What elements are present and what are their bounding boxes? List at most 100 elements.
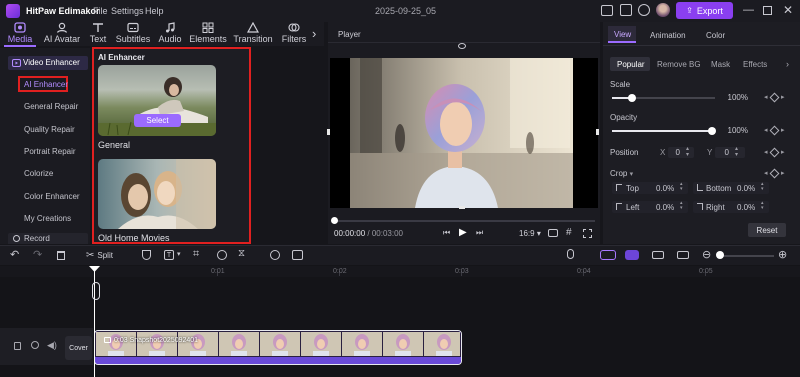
reset-button[interactable]: Reset <box>748 223 786 237</box>
zoom-in-icon[interactable]: ⊕ <box>778 248 787 261</box>
split-button[interactable]: ✂ Split <box>86 249 113 262</box>
tab-color[interactable]: Color <box>706 31 725 40</box>
zoom-slider-track[interactable] <box>719 255 774 257</box>
subtab-remove-bg[interactable]: Remove BG <box>657 60 701 69</box>
crop-left-field[interactable]: Left 0.0% ▴ ▾ <box>612 201 688 213</box>
chevron-down-icon[interactable]: ▾ <box>177 250 181 258</box>
zoom-slider-handle[interactable] <box>716 251 724 259</box>
sidebar-item-colorize[interactable]: Colorize <box>24 169 53 178</box>
magnet-snap-icon[interactable] <box>600 250 616 260</box>
grid-icon[interactable]: # <box>566 227 572 238</box>
sidebar-section-video-enhancer[interactable]: Video Enhancer <box>8 56 88 70</box>
crop-top-field[interactable]: Top 0.0% ▴ ▾ <box>612 182 688 194</box>
speaker-icon[interactable]: ◀) <box>47 340 57 351</box>
subtab-popular[interactable]: Popular <box>610 57 650 71</box>
cloud-icon[interactable] <box>620 4 632 16</box>
keyframe-next-icon[interactable]: ▸ <box>781 126 785 134</box>
stepper-icon[interactable]: ▴ ▾ <box>686 146 689 158</box>
scale-slider-handle[interactable] <box>628 94 636 102</box>
ai-face-icon[interactable] <box>270 250 280 260</box>
export-button[interactable]: ⇪ Export <box>676 2 733 19</box>
tab-elements[interactable]: Elements <box>189 22 227 46</box>
sidebar-item-color-enhancer[interactable]: Color Enhancer <box>24 192 80 201</box>
time-ruler[interactable] <box>0 266 800 277</box>
fit-timeline-icon[interactable] <box>677 251 689 259</box>
menu-help[interactable]: Help <box>145 6 164 16</box>
stepper-icon[interactable]: ▴ ▾ <box>680 182 683 192</box>
enhancer-card-general[interactable]: Select <box>98 65 216 136</box>
stepper-icon[interactable]: ▴ ▾ <box>680 201 683 211</box>
opacity-value[interactable]: 100% <box>720 125 748 136</box>
undo-icon[interactable]: ↶ <box>10 248 19 261</box>
position-y-input[interactable]: 0 <box>715 147 745 158</box>
resize-handle-left[interactable] <box>327 129 330 135</box>
replace-icon[interactable] <box>292 250 303 260</box>
playhead-scrub-handle[interactable] <box>92 282 100 300</box>
subtab-effects[interactable]: Effects <box>743 60 767 69</box>
maximize-icon[interactable] <box>763 6 772 15</box>
cover-button[interactable]: Cover <box>65 336 92 360</box>
tab-media[interactable]: Media <box>4 22 36 46</box>
sidebar-item-quality-repair[interactable]: Quality Repair <box>24 125 75 134</box>
keyframe-prev-icon[interactable]: ◂ <box>764 93 768 101</box>
shield-icon[interactable] <box>142 250 151 260</box>
sidebar-item-ai-enhancer[interactable]: AI Enhancer <box>18 76 68 92</box>
crop-right-field[interactable]: Right 0.0% ▴ ▾ <box>693 201 769 213</box>
snapshot-icon[interactable] <box>548 229 558 237</box>
resize-handle-right[interactable] <box>596 129 599 135</box>
mirror-icon[interactable]: ⧖ <box>238 248 245 259</box>
tab-text[interactable]: Text <box>88 22 108 46</box>
resize-handle-bottom[interactable] <box>459 206 465 209</box>
link-track-icon[interactable] <box>625 250 639 260</box>
enhancer-card-old-home-movies[interactable] <box>98 159 216 229</box>
tab-subtitles[interactable]: Subtitles <box>115 22 151 46</box>
crop-tool-icon[interactable]: ⌗ <box>193 248 199 261</box>
close-icon[interactable]: ✕ <box>783 3 793 17</box>
previous-frame-icon[interactable]: ⏮ <box>443 228 450 238</box>
minimize-icon[interactable]: — <box>743 4 754 16</box>
sidebar-item-my-creations[interactable]: My Creations <box>24 214 71 223</box>
unlink-icon[interactable] <box>652 251 664 259</box>
keyboard-icon[interactable] <box>601 5 613 16</box>
subtab-mask[interactable]: Mask <box>711 60 730 69</box>
player-seek-handle[interactable] <box>331 217 338 224</box>
text-tool-icon[interactable]: T <box>164 250 174 260</box>
sidebar-record[interactable]: Record <box>8 233 88 244</box>
keyframe-prev-icon[interactable]: ◂ <box>764 126 768 134</box>
speed-icon[interactable] <box>217 250 227 260</box>
play-icon[interactable]: ▶ <box>459 227 467 238</box>
stepper-icon[interactable]: ▴ ▾ <box>735 146 738 158</box>
opacity-slider-handle[interactable] <box>708 127 716 135</box>
scale-value[interactable]: 100% <box>720 92 748 103</box>
help-icon[interactable] <box>638 4 650 16</box>
redo-icon[interactable]: ↷ <box>33 248 42 261</box>
chevron-right-icon[interactable]: › <box>786 59 789 69</box>
delete-icon[interactable] <box>57 251 65 260</box>
tab-audio[interactable]: Audio <box>157 22 183 46</box>
menu-settings[interactable]: Settings <box>111 6 144 16</box>
tab-view[interactable]: View <box>608 26 636 43</box>
player-seek-bar[interactable] <box>333 220 595 222</box>
position-x-input[interactable]: 0 <box>668 147 694 158</box>
keyframe-prev-icon[interactable]: ◂ <box>764 148 768 156</box>
keyframe-next-icon[interactable]: ▸ <box>781 148 785 156</box>
microphone-icon[interactable] <box>567 249 574 259</box>
tab-transition[interactable]: Transition <box>233 22 273 46</box>
keyframe-next-icon[interactable]: ▸ <box>781 93 785 101</box>
tab-ai-avatar[interactable]: AI Avatar <box>42 22 82 46</box>
keyframe-next-icon[interactable]: ▸ <box>781 169 785 177</box>
menu-file[interactable]: File <box>93 6 108 16</box>
video-preview[interactable] <box>330 58 598 208</box>
stepper-icon[interactable]: ▴ ▾ <box>761 201 764 211</box>
stepper-icon[interactable]: ▴ ▾ <box>761 182 764 192</box>
chevron-right-icon[interactable]: › <box>312 26 316 41</box>
crop-bottom-field[interactable]: Bottom 0.0% ▴ ▾ <box>693 182 769 194</box>
select-button[interactable]: Select <box>134 114 181 127</box>
zoom-out-icon[interactable]: ⊖ <box>702 248 711 261</box>
eye-icon[interactable] <box>31 341 39 349</box>
keyframe-prev-icon[interactable]: ◂ <box>764 169 768 177</box>
tab-filters[interactable]: Filters <box>281 22 307 46</box>
sidebar-item-general-repair[interactable]: General Repair <box>24 102 78 111</box>
fullscreen-icon[interactable] <box>583 229 592 238</box>
sidebar-item-portrait-repair[interactable]: Portrait Repair <box>24 147 76 156</box>
